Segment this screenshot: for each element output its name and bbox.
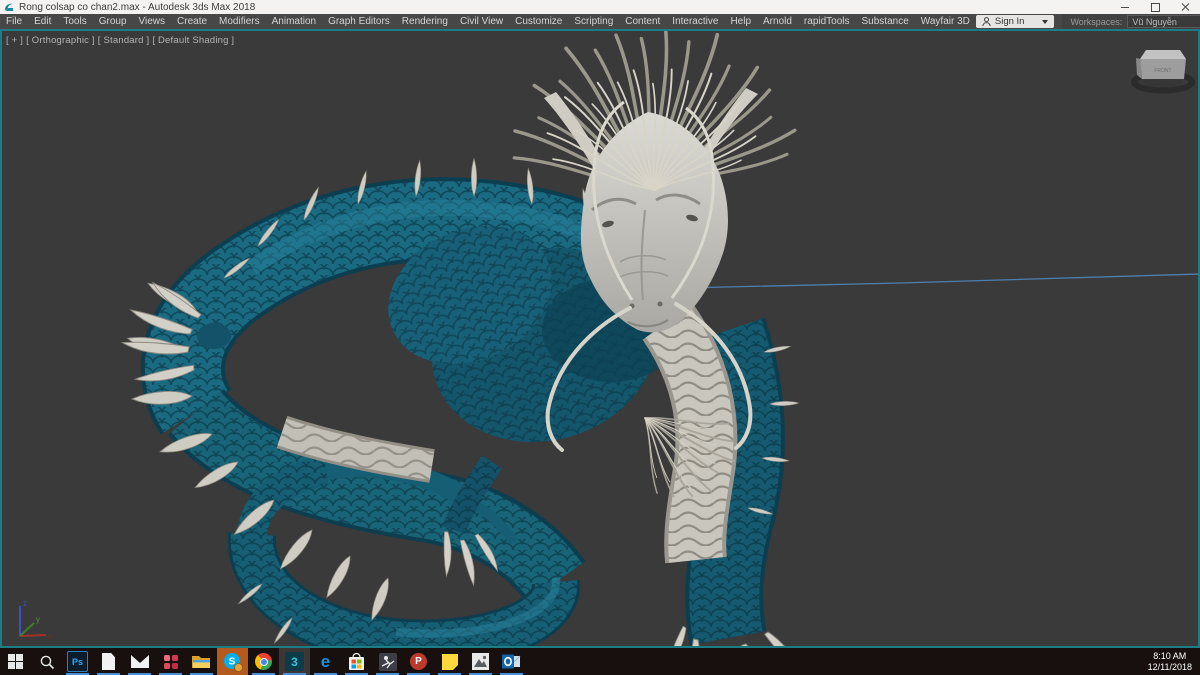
3ds-max-app-icon	[5, 3, 13, 11]
menu-item-customize[interactable]: Customize	[509, 14, 568, 29]
viewcube[interactable]: FRONT	[1131, 50, 1195, 94]
store-icon	[349, 652, 364, 670]
dragon-neck-scutes	[642, 304, 738, 564]
taskbar-sticky-notes[interactable]	[434, 648, 465, 675]
workspace-dropdown[interactable]: Vũ Nguyễn	[1127, 15, 1200, 28]
axis-z-label: z	[23, 599, 27, 608]
viewport-pov-menu[interactable]: [ Orthographic ]	[26, 35, 95, 46]
taskbar-edge[interactable]: e	[310, 648, 341, 675]
sticky-notes-icon	[441, 653, 458, 670]
taskbar-file-explorer[interactable]	[186, 648, 217, 675]
close-icon	[1181, 3, 1189, 11]
menu-item-civil-view[interactable]: Civil View	[454, 14, 509, 29]
restore-button[interactable]	[1140, 0, 1170, 14]
menu-item-interactive[interactable]: Interactive	[666, 14, 724, 29]
workspaces-label: Workspaces:	[1070, 16, 1123, 27]
search-icon	[40, 655, 54, 669]
people-grid-icon	[163, 654, 178, 669]
viewport-shading-menu[interactable]: [ Default Shading ]	[152, 35, 234, 46]
menu-item-file[interactable]: File	[0, 14, 28, 29]
menu-item-edit[interactable]: Edit	[28, 14, 57, 29]
user-icon	[982, 16, 991, 26]
close-button[interactable]	[1170, 0, 1200, 14]
window-accent-left	[0, 31, 2, 648]
restore-icon	[1150, 2, 1160, 12]
workspaces-group: Workspaces: Vũ Nguyễn	[1062, 14, 1200, 29]
viewport-canvas[interactable]: FRONT z x y	[2, 31, 1198, 646]
taskbar-photoshop[interactable]: Ps	[62, 648, 93, 675]
taskbar: Ps S 3 e P 8:10 AM 12/11/2018	[0, 648, 1200, 675]
document-icon	[102, 653, 115, 670]
spline-curve[interactable]	[639, 273, 1198, 290]
menu-item-content[interactable]: Content	[619, 14, 666, 29]
menu-item-wayfair-3d[interactable]: Wayfair 3D	[915, 14, 976, 29]
clock-date: 12/11/2018	[1147, 661, 1192, 672]
menu-item-group[interactable]: Group	[93, 14, 133, 29]
mail-icon	[130, 655, 149, 668]
window-title: Rong colsap co chan2.max - Autodesk 3ds …	[19, 1, 256, 13]
taskbar-pinterest[interactable]: P	[403, 648, 434, 675]
sign-in-label: Sign In	[994, 16, 1025, 27]
photoshop-icon: Ps	[67, 651, 88, 672]
menu-item-help[interactable]: Help	[724, 14, 757, 29]
taskbar-notepad[interactable]	[93, 648, 124, 675]
world-axis-gizmo: z x y	[19, 599, 52, 641]
menu-item-rapidtools[interactable]: rapidTools	[798, 14, 856, 29]
taskbar-chrome[interactable]	[248, 648, 279, 675]
taskbar-3ds-max[interactable]: 3	[279, 648, 310, 675]
workspace-value: Vũ Nguyễn	[1132, 16, 1177, 27]
menu-item-graph-editors[interactable]: Graph Editors	[322, 14, 396, 29]
folder-icon	[192, 656, 210, 668]
3ds-max-icon: 3	[285, 652, 304, 671]
menu-item-modifiers[interactable]: Modifiers	[213, 14, 266, 29]
menu-item-scripting[interactable]: Scripting	[568, 14, 619, 29]
taskbar-store[interactable]	[341, 648, 372, 675]
outlook-icon: O	[502, 654, 521, 669]
viewport[interactable]: [ + ] [ Orthographic ] [ Standard ] [ De…	[2, 31, 1198, 646]
window-titlebar: Rong colsap co chan2.max - Autodesk 3ds …	[0, 0, 1200, 14]
sign-in-caret-icon	[1042, 19, 1049, 24]
window-accent-top	[0, 29, 1200, 31]
viewcube-front-label: FRONT	[1154, 68, 1171, 74]
edge-icon: e	[320, 652, 331, 671]
sign-in-button[interactable]: Sign In	[975, 15, 1055, 28]
taskbar-people[interactable]	[155, 648, 186, 675]
minimize-icon	[1121, 6, 1129, 8]
menu-item-animation[interactable]: Animation	[266, 14, 322, 29]
pinterest-icon: P	[410, 653, 427, 670]
sketchup-icon	[378, 652, 397, 671]
menu-item-create[interactable]: Create	[171, 14, 213, 29]
skype-icon: S	[223, 652, 243, 672]
taskbar-sketchup[interactable]	[372, 648, 403, 675]
axis-y-label: y	[36, 615, 40, 624]
taskbar-photos[interactable]	[465, 648, 496, 675]
menu-bar: File Edit Tools Group Views Create Modif…	[0, 14, 1200, 29]
viewport-standard-menu[interactable]: [ Standard ]	[98, 35, 150, 46]
viewport-label-row: [ + ] [ Orthographic ] [ Standard ] [ De…	[6, 35, 234, 46]
viewport-general-menu[interactable]: [ + ]	[6, 35, 23, 46]
photos-icon	[472, 653, 489, 670]
chrome-icon	[255, 653, 272, 670]
minimize-button[interactable]	[1110, 0, 1140, 14]
menu-item-rendering[interactable]: Rendering	[396, 14, 454, 29]
menu-item-tools[interactable]: Tools	[57, 14, 92, 29]
taskbar-skype[interactable]: S	[217, 648, 248, 675]
taskbar-clock[interactable]: 8:10 AM 12/11/2018	[1144, 648, 1200, 675]
clock-time: 8:10 AM	[1153, 651, 1187, 661]
axis-x-label: x	[48, 632, 52, 641]
taskbar-start-button[interactable]	[0, 648, 31, 675]
menu-item-substance[interactable]: Substance	[856, 14, 915, 29]
menu-item-arnold[interactable]: Arnold	[757, 14, 798, 29]
dragon-model[interactable]	[120, 31, 803, 646]
taskbar-outlook[interactable]: O	[496, 648, 527, 675]
taskbar-mail[interactable]	[124, 648, 155, 675]
menu-item-views[interactable]: Views	[133, 14, 172, 29]
windows-start-icon	[7, 653, 24, 670]
taskbar-search-button[interactable]	[31, 648, 62, 675]
